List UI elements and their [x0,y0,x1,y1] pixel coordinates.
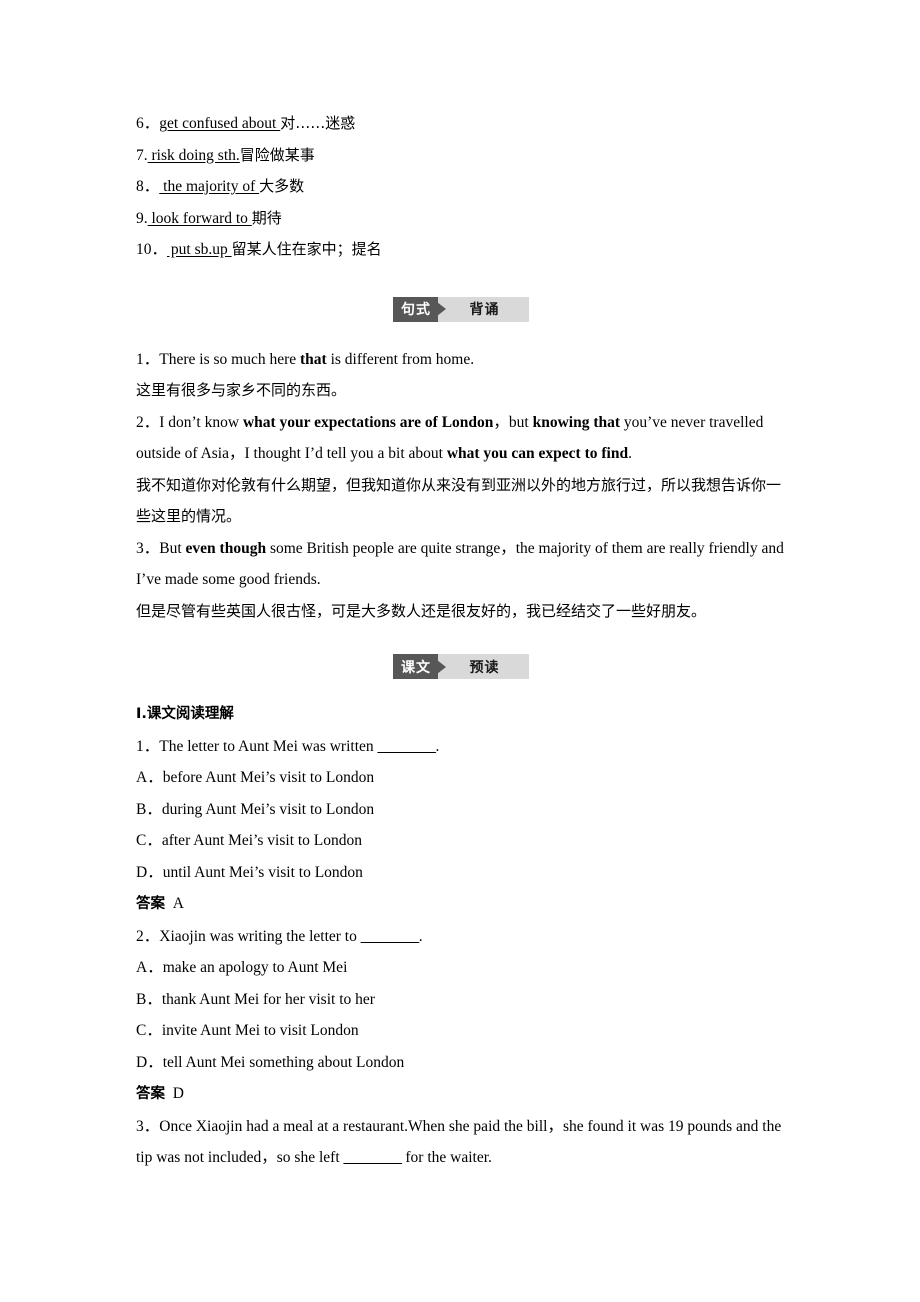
option-a[interactable]: A．make an apology to Aunt Mei [136,952,786,984]
option-d[interactable]: D．tell Aunt Mei something about London [136,1047,786,1079]
badge-right-label: 预读 [469,659,500,676]
sentence-en: 2．I don’t know what your expectations ar… [136,407,786,470]
sentence-part-bold: knowing that [532,413,621,431]
question-number: 2． [136,927,160,945]
badge-right-label: 背诵 [469,302,500,318]
phrase-gloss: 冒险做某事 [239,145,315,164]
badge-left-label: 句式 [393,296,438,322]
reading-section-heading: Ⅰ.课文阅读理解 [136,706,234,722]
sentence-cn: 我不知道你对伦敦有什么期望，但我知道你从来没有到亚洲以外的地方旅行过，所以我想告… [136,475,782,526]
sentence-part-bold: what you can expect to find [446,445,629,462]
phrase-term: the majority of [159,178,260,195]
chevron-right-icon [437,659,446,674]
answer-blank[interactable]: ________ [378,738,437,755]
document-page: 6．get confused about 对……迷惑 7. risk doing… [136,0,786,1302]
phrase-list: 6．get confused about 对……迷惑 7. risk doing… [136,0,786,266]
sentence-number: 3． [136,539,160,557]
sentence-part: ，but [493,413,533,431]
answer-blank[interactable]: ________ [344,1149,403,1166]
answer-row: 答案 D [136,1078,786,1111]
phrase-gloss: 留某人住在家中；提名 [231,240,382,258]
option-a[interactable]: A．before Aunt Mei’s visit to London [136,762,786,794]
sentence-part: I don’t know [159,413,243,431]
answer-blank[interactable]: ________ [361,928,420,945]
question-text: The letter to Aunt Mei was written [159,737,378,755]
phrase-term: risk doing sth. [147,146,240,164]
phrase-number: 10． [136,241,168,258]
sentence-part: . [628,445,632,462]
sentence-number: 1． [136,350,160,368]
option-b[interactable]: B．thank Aunt Mei for her visit to her [136,984,786,1016]
sentence-part-bold: that [300,350,327,368]
sentence-part: There is so much here [159,350,301,368]
question-stem: 2．Xiaojin was writing the letter to ____… [136,921,786,953]
section-badge-text-wrap: 课文 预读 [136,654,786,679]
sentence-cn: 但是尽管有些英国人很古怪，可是大多数人还是很友好的，我已经结交了一些好朋友。 [136,601,707,620]
chevron-right-icon [437,302,446,316]
badge-left-label: 课文 [393,654,438,679]
list-item: 10． put sb.up 留某人住在家中；提名 [136,234,786,266]
sentence-cn: 这里有很多与家乡不同的东西。 [136,381,347,399]
sentence-part-bold: what your expectations are of London [242,413,494,431]
phrase-gloss: 对……迷惑 [280,114,356,132]
phrase-term: put sb.up [167,241,232,258]
question-number: 1． [136,737,160,755]
question-text-end: . [435,737,440,755]
option-b[interactable]: B．during Aunt Mei’s visit to London [136,794,786,826]
answer-row: 答案 A [136,888,786,921]
answer-label: 答案 [136,1086,165,1102]
list-item: 7. risk doing sth.冒险做某事 [136,140,786,172]
section-badge-sentences: 句式 背诵 [393,296,529,322]
question-number: 3． [136,1117,160,1135]
question-text: Xiaojin was writing the letter to [159,927,361,945]
sentence-part: But [159,539,186,557]
option-d[interactable]: D．until Aunt Mei’s visit to London [136,857,786,889]
question-stem: 3．Once Xiaojin had a meal at a restauran… [136,1111,786,1174]
list-item: 8． the majority of 大多数 [136,171,786,203]
phrase-number: 8． [136,178,160,195]
answer-value: D [172,1085,184,1102]
phrase-number: 6． [136,115,160,132]
question-text-end: for the waiter. [401,1149,492,1166]
sentence-en: 3．But even though some British people ar… [136,533,786,596]
section-badge-sentences-wrap: 句式 背诵 [136,296,786,322]
sentence-number: 2． [136,413,160,431]
phrase-gloss: 期待 [251,208,282,227]
phrase-term: get confused about [159,115,281,132]
phrase-term: look forward to [147,209,252,227]
section-badge-text: 课文 预读 [393,654,529,679]
option-c[interactable]: C．after Aunt Mei’s visit to London [136,825,786,857]
phrase-gloss: 大多数 [259,177,305,195]
sentence-part-bold: even though [185,539,267,557]
answer-value: A [172,895,184,912]
option-c[interactable]: C．invite Aunt Mei to visit London [136,1015,786,1047]
sentence-en: 1．There is so much here that is differen… [136,344,786,376]
phrase-number: 7. [136,146,148,164]
list-item: 6．get confused about 对……迷惑 [136,108,786,140]
question-stem: 1．The letter to Aunt Mei was written ___… [136,731,786,763]
question-text-end: . [418,927,423,945]
sentence-part: is different from home. [326,350,475,368]
phrase-number: 9. [136,209,148,227]
answer-label: 答案 [136,896,165,912]
list-item: 9. look forward to 期待 [136,203,786,235]
